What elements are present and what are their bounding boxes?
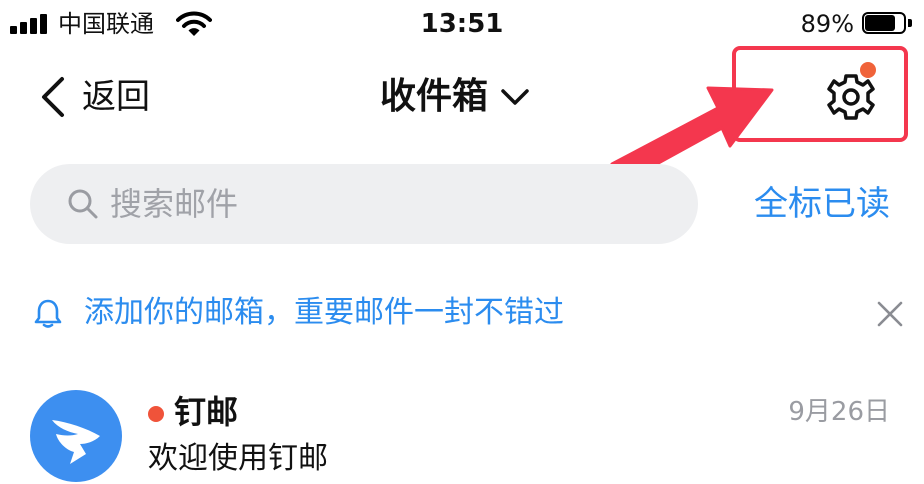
back-label: 返回 bbox=[82, 77, 150, 117]
mail-subject: 欢迎使用钉邮 bbox=[148, 441, 328, 476]
bell-icon bbox=[34, 299, 62, 328]
mail-date: 9月26日 bbox=[788, 397, 890, 427]
notice-link[interactable]: 添加你的邮箱，重要邮件一封不错过 bbox=[84, 291, 564, 335]
chevron-down-icon bbox=[501, 89, 529, 105]
clock: 13:51 bbox=[420, 9, 504, 39]
mail-inbox-screen: 中国联通 13:51 89% 返回 收件箱 搜索邮件 全标已读 添加你的邮箱，重… bbox=[0, 0, 924, 484]
inbox-title-dropdown[interactable]: 收件箱 bbox=[380, 72, 530, 122]
back-button[interactable]: 返回 bbox=[36, 72, 150, 122]
list-item[interactable]: 钉邮 欢迎使用钉邮 9月26日 bbox=[0, 370, 924, 484]
search-placeholder: 搜索邮件 bbox=[110, 185, 239, 223]
mail-sender: 钉邮 bbox=[174, 393, 239, 431]
unread-dot bbox=[148, 406, 164, 422]
dingtalk-logo-icon bbox=[52, 420, 100, 464]
close-icon[interactable] bbox=[876, 300, 904, 328]
search-icon bbox=[68, 189, 98, 219]
mark-all-read-button[interactable]: 全标已读 bbox=[754, 180, 890, 228]
chevron-left-icon bbox=[42, 77, 64, 117]
notification-dot bbox=[860, 62, 876, 78]
annotation-highlight-box bbox=[732, 46, 908, 142]
gear-icon[interactable] bbox=[826, 72, 876, 122]
battery-icon bbox=[862, 12, 914, 36]
search-input[interactable]: 搜索邮件 bbox=[30, 164, 698, 244]
page-title: 收件箱 bbox=[380, 76, 489, 117]
add-mailbox-notice: 添加你的邮箱，重要邮件一封不错过 bbox=[34, 290, 564, 336]
battery-percent: 89% bbox=[800, 10, 854, 38]
avatar bbox=[30, 390, 122, 482]
status-bar: 中国联通 13:51 89% bbox=[0, 0, 924, 50]
